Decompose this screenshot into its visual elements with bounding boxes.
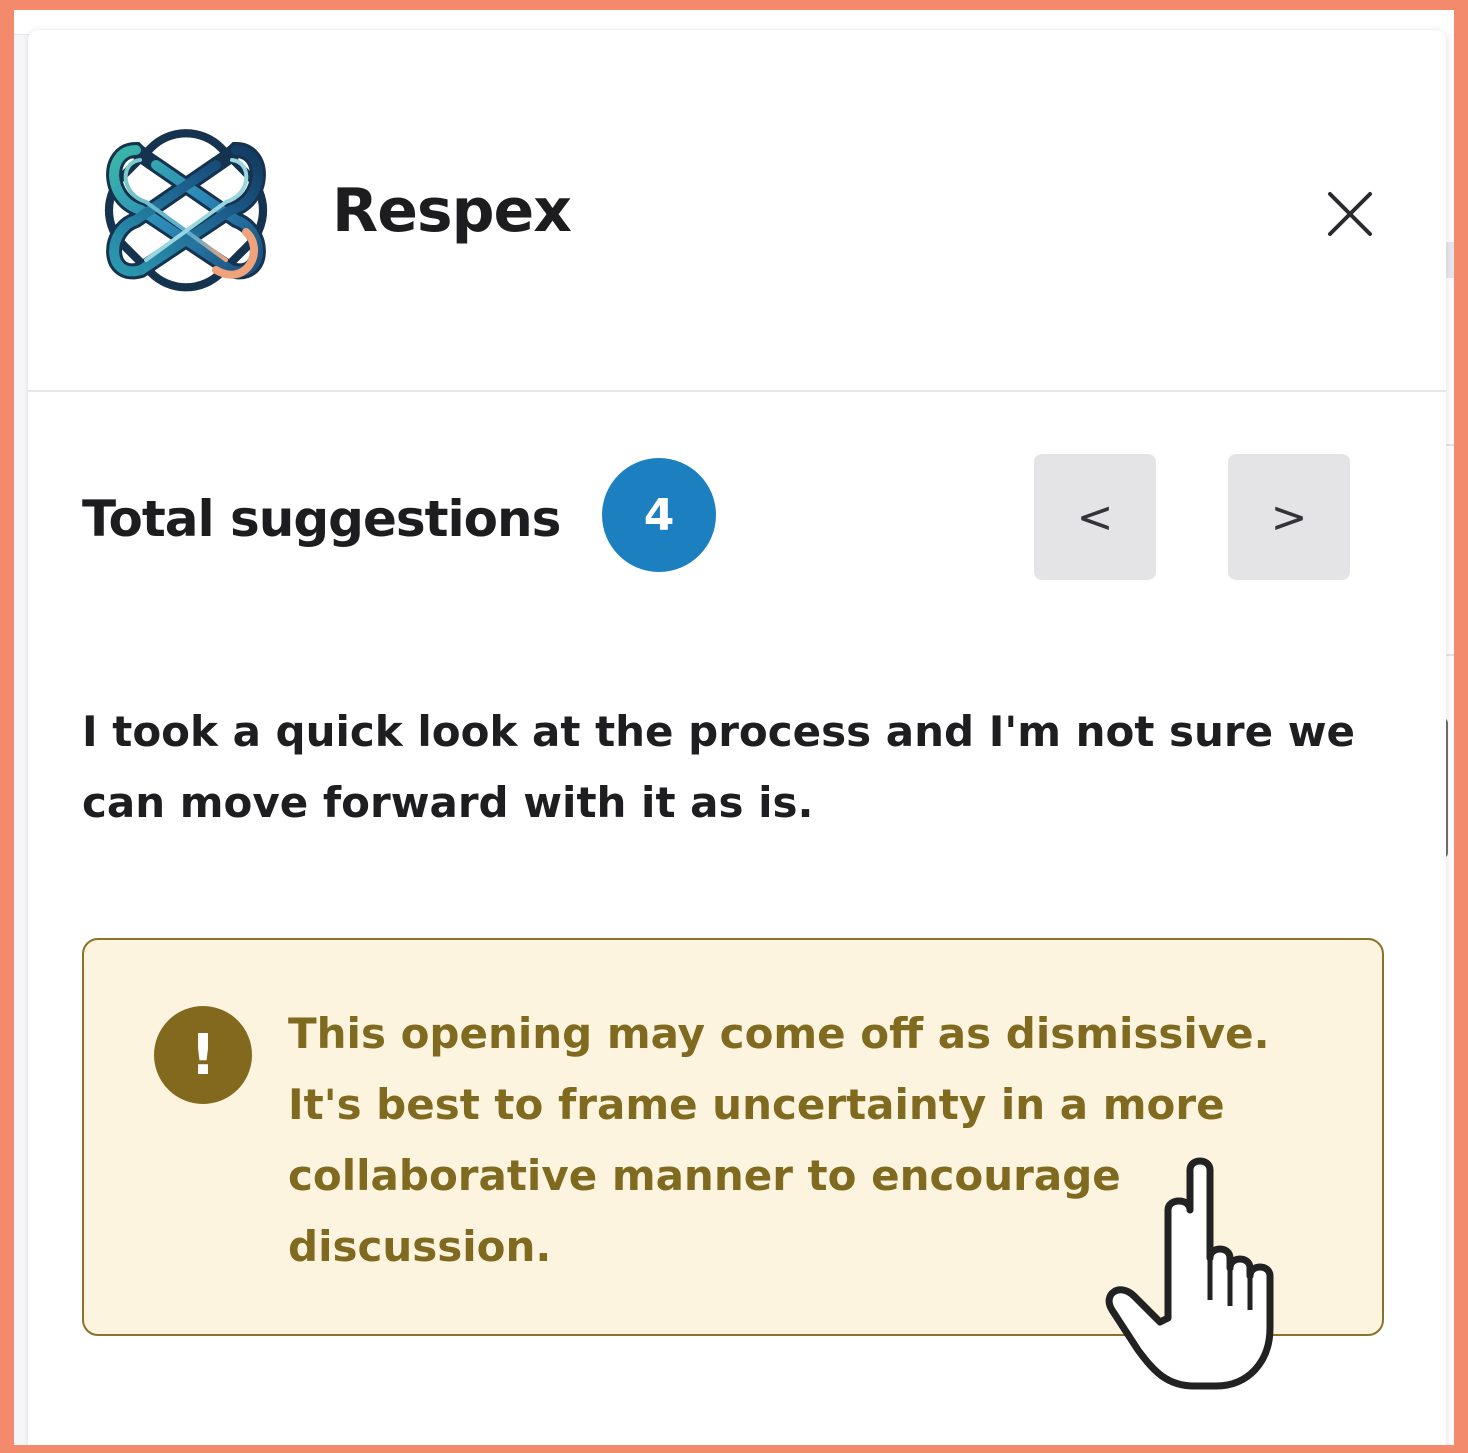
previous-suggestion-button[interactable]: < [1034,454,1156,580]
suggestion-count-badge: 4 [602,458,716,572]
respex-sidebar-panel: Respex Total suggestions 4 < > I took a … [28,30,1446,1450]
suggestion-alert-card[interactable]: ! This opening may come off as dismissiv… [82,938,1384,1336]
suggestion-text: This opening may come off as dismissive.… [288,1009,1270,1271]
total-suggestions-label: Total suggestions [82,490,561,548]
flagged-message-text: I took a quick look at the process and I… [82,707,1356,827]
close-icon[interactable] [1322,186,1378,242]
interlocking-knot-logo [104,129,268,292]
next-suggestion-button[interactable]: > [1228,454,1350,580]
exclamation-icon: ! [154,1006,252,1104]
app-name: Respex [332,176,572,246]
panel-header: Respex [28,30,1446,392]
